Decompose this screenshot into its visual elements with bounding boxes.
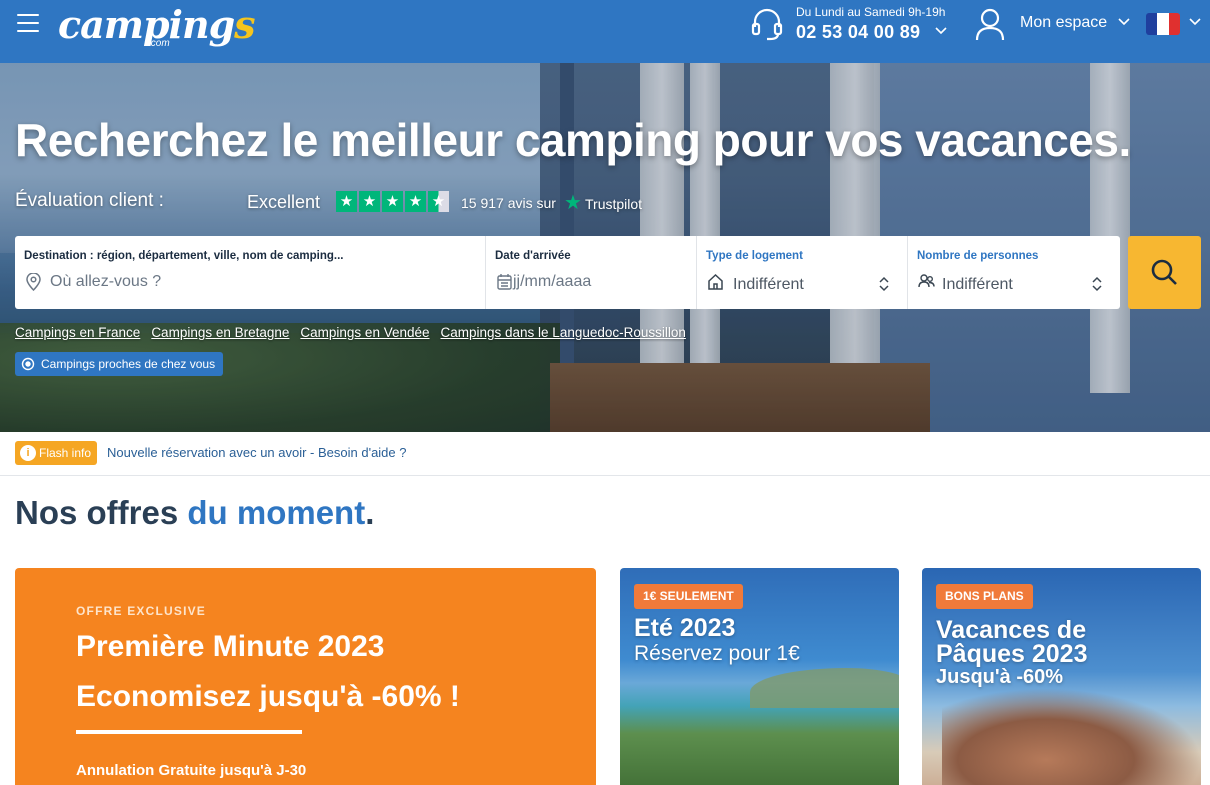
offer-card-paques-2023[interactable]: BONS PLANS Vacances de Pâques 2023 Jusqu… — [922, 568, 1201, 785]
offer-title-line2: Pâques 2023 — [936, 640, 1088, 668]
offers-title-end: . — [365, 494, 375, 531]
rating-word[interactable]: Excellent — [247, 192, 320, 213]
info-icon: i — [20, 445, 36, 461]
quick-link-france[interactable]: Campings en France — [15, 325, 140, 340]
account-link[interactable]: Mon espace — [1020, 14, 1107, 32]
destination-label: Destination : région, département, ville… — [24, 250, 344, 262]
trustpilot-stars[interactable]: ★ ★ ★ ★ ★ — [336, 191, 449, 212]
quick-link-vendee[interactable]: Campings en Vendée — [300, 325, 429, 340]
calendar-icon — [497, 274, 512, 290]
chevron-down-icon[interactable] — [1117, 17, 1131, 27]
offer-divider — [76, 730, 302, 734]
offer-subtitle: Réservez pour 1€ — [634, 642, 800, 665]
select-arrows-icon — [879, 276, 889, 292]
phone-number[interactable]: 02 53 04 00 89 — [796, 22, 920, 43]
quick-links: Campings en France Campings en Bretagne … — [15, 325, 686, 340]
trustpilot-logo[interactable]: Trustpilot — [585, 196, 642, 212]
quick-link-languedoc[interactable]: Campings dans le Languedoc-Roussillon — [441, 325, 686, 340]
home-icon — [708, 273, 723, 290]
people-icon — [918, 274, 935, 288]
headset-icon[interactable] — [750, 7, 784, 41]
search-form: Destination : région, département, ville… — [15, 236, 1120, 309]
offer-card-image — [942, 688, 1201, 785]
star-icon: ★ — [359, 191, 380, 212]
persons-label: Nombre de personnes — [917, 250, 1039, 262]
location-pin-icon — [26, 273, 41, 291]
search-button[interactable] — [1128, 236, 1201, 309]
offer-tag: BONS PLANS — [936, 584, 1033, 609]
half-star-icon: ★ — [428, 191, 449, 212]
arrival-date-input[interactable]: jj/mm/aaaa — [513, 273, 591, 291]
quick-link-bretagne[interactable]: Campings en Bretagne — [151, 325, 289, 340]
flash-badge-label: Flash info — [39, 446, 92, 460]
offer-card-ete-2023[interactable]: 1€ SEULEMENT Eté 2023 Réservez pour 1€ — [620, 568, 899, 785]
star-icon: ★ — [336, 191, 357, 212]
trustpilot-star-icon: ★ — [564, 192, 582, 214]
logo-sub: .com — [148, 38, 170, 49]
hero-banner: Recherchez le meilleur camping pour vos … — [0, 63, 1210, 432]
nearby-campings-button[interactable]: Campings proches de chez vous — [15, 352, 224, 376]
housing-type-label: Type de logement — [706, 250, 803, 262]
offer-card-premiere-minute[interactable]: OFFRE EXCLUSIVE Première Minute 2023 Eco… — [15, 568, 596, 785]
destination-input[interactable]: Où allez-vous ? — [50, 273, 161, 291]
star-icon: ★ — [405, 191, 426, 212]
offers-title-start: Nos offres — [15, 494, 188, 531]
offer-tag: 1€ SEULEMENT — [634, 584, 743, 609]
offers-title-highlight: du moment — [187, 494, 366, 531]
select-arrows-icon — [1092, 276, 1102, 292]
offer-subtitle: Jusqu'à -60% — [936, 666, 1064, 688]
persons-value: Indifférent — [942, 276, 1013, 293]
nearby-campings-label: Campings proches de chez vous — [41, 357, 216, 371]
flash-info-link[interactable]: Nouvelle réservation avec un avoir - Bes… — [107, 445, 406, 460]
arrival-date-label: Date d'arrivée — [495, 250, 571, 262]
offer-note: Annulation Gratuite jusqu'à J-30 — [76, 762, 307, 779]
menu-icon[interactable] — [17, 14, 39, 32]
target-icon — [21, 357, 35, 371]
offer-card-image — [750, 668, 899, 708]
flash-info-bar: i Flash info Nouvelle réservation avec u… — [0, 432, 1210, 476]
chevron-down-icon[interactable] — [934, 26, 948, 36]
user-icon[interactable] — [974, 7, 1006, 41]
offer-kicker: OFFRE EXCLUSIVE — [76, 604, 207, 618]
search-icon — [1151, 259, 1177, 285]
chevron-down-icon[interactable] — [1188, 17, 1202, 27]
language-flag[interactable] — [1146, 13, 1180, 35]
site-header: campings .com Du Lundi au Samedi 9h-19h … — [0, 0, 1210, 63]
housing-type-value: Indifférent — [733, 276, 804, 293]
rating-label: Évaluation client : — [15, 190, 164, 211]
hero-title: Recherchez le meilleur camping pour vos … — [15, 114, 1131, 166]
destination-field[interactable]: Destination : région, département, ville… — [15, 236, 486, 309]
offer-title: Première Minute 2023 — [76, 630, 385, 663]
phone-hours: Du Lundi au Samedi 9h-19h — [796, 5, 946, 19]
persons-select[interactable]: Nombre de personnes Indifférent — [908, 236, 1120, 309]
housing-type-select[interactable]: Type de logement Indifférent — [697, 236, 908, 309]
review-count[interactable]: 15 917 avis sur — [461, 195, 556, 211]
star-icon: ★ — [382, 191, 403, 212]
offers-title: Nos offres du moment. — [15, 494, 374, 532]
arrival-date-field[interactable]: Date d'arrivée jj/mm/aaaa — [486, 236, 697, 309]
offer-subtitle: Economisez jusqu'à -60% ! — [76, 680, 460, 713]
flash-info-badge: i Flash info — [15, 441, 98, 465]
offer-title: Eté 2023 — [634, 614, 736, 642]
